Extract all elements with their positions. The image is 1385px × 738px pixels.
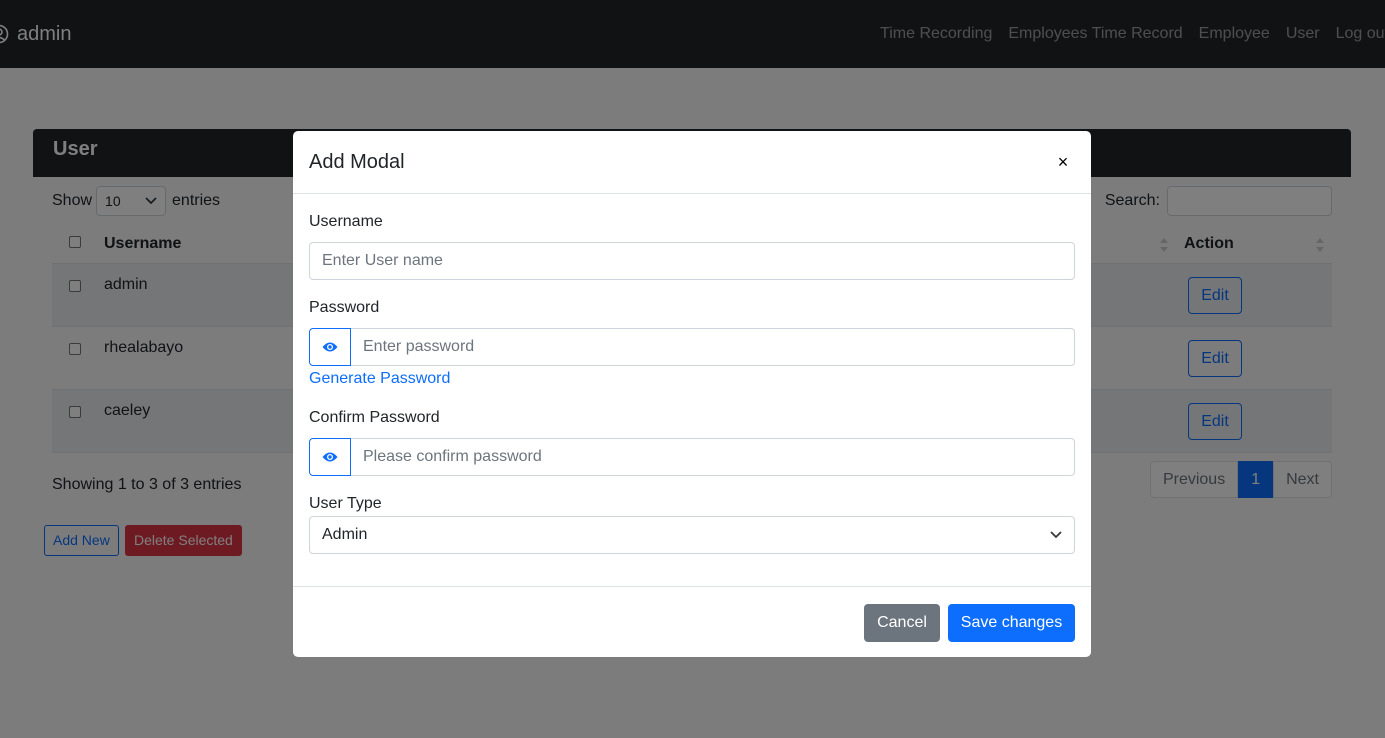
modal-title: Add Modal: [309, 150, 405, 173]
user-type-label: User Type: [309, 495, 382, 512]
confirm-password-group: Please confirm password: [309, 438, 1075, 476]
eye-icon: [322, 342, 338, 352]
modal-header: Add Modal ×: [293, 131, 1091, 194]
confirm-password-label: Confirm Password: [309, 409, 440, 426]
password-input[interactable]: Enter password: [351, 328, 1075, 366]
save-changes-button[interactable]: Save changes: [948, 604, 1075, 642]
modal-body: Username Enter User name Password Enter …: [293, 194, 1091, 586]
add-user-modal: Add Modal × Username Enter User name Pas…: [293, 131, 1091, 657]
password-group: Enter password: [309, 328, 1075, 366]
toggle-password-button[interactable]: [309, 328, 351, 366]
close-button[interactable]: ×: [1053, 152, 1073, 173]
username-label: Username: [309, 213, 383, 230]
generate-password-link[interactable]: Generate Password: [309, 370, 450, 388]
cancel-button[interactable]: Cancel: [864, 604, 940, 642]
confirm-password-input[interactable]: Please confirm password: [351, 438, 1075, 476]
toggle-confirm-password-button[interactable]: [309, 438, 351, 476]
user-type-value: Admin: [322, 526, 368, 543]
chevron-down-icon: [1050, 531, 1062, 539]
modal-footer: Cancel Save changes: [293, 586, 1091, 657]
user-type-select[interactable]: Admin: [309, 516, 1075, 554]
username-input[interactable]: Enter User name: [309, 242, 1075, 280]
eye-icon: [322, 452, 338, 462]
password-label: Password: [309, 299, 380, 316]
